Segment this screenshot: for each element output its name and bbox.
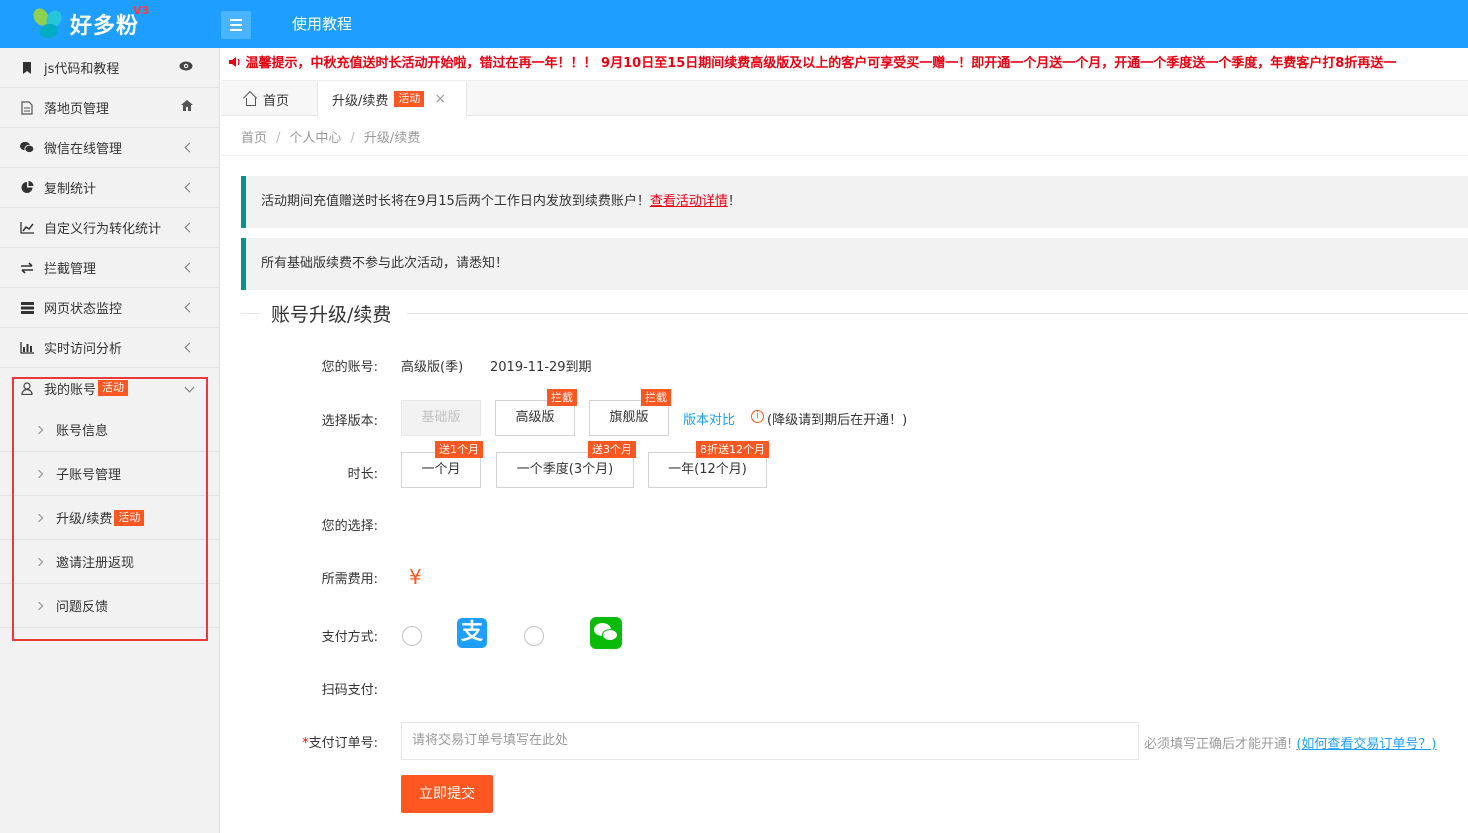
tip-text: 所有基础版续费不参与此次活动，请悉知！	[261, 256, 509, 271]
chevron-left-icon	[184, 220, 195, 234]
bar-chart-icon	[20, 341, 34, 355]
sidebar-item-page-monitor[interactable]: 网页状态监控	[0, 288, 219, 328]
account-label: 您的账号:	[321, 360, 378, 375]
breadcrumb-home[interactable]: 首页	[241, 131, 267, 146]
chevron-left-icon	[184, 140, 195, 154]
bookmark-icon	[20, 61, 34, 75]
qr-pay-label: 扫码支付:	[321, 683, 378, 698]
chevron-left-icon	[184, 340, 195, 354]
tab-label: 升级/续费	[332, 93, 389, 109]
version-label: 选择版本:	[321, 414, 378, 429]
breadcrumb-separator: /	[276, 131, 281, 146]
order-number-label-text: 支付订单号:	[308, 736, 378, 751]
logo-mark-icon	[30, 5, 66, 42]
tutorial-link[interactable]: 使用教程	[292, 0, 352, 48]
tab-upgrade-renew[interactable]: 升级/续费 活动 ×	[317, 81, 467, 117]
basic-version-tip: 所有基础版续费不参与此次活动，请悉知！	[241, 238, 1468, 290]
tip-text: 活动期间充值赠送时长将在9月15后两个工作日内发放到续费账户！	[261, 194, 650, 209]
highlight-box	[12, 377, 208, 641]
tip-suffix: ！	[727, 194, 741, 209]
activity-tip: 活动期间充值赠送时长将在9月15后两个工作日内发放到续费账户！查看活动详情！	[241, 176, 1468, 228]
chevron-left-icon	[184, 180, 195, 194]
wechat-icon	[20, 141, 34, 155]
file-icon	[20, 100, 34, 115]
tab-home[interactable]: 首页	[221, 81, 316, 117]
logo[interactable]: 好多粉 V3	[0, 0, 220, 48]
order-hint-text: 必须填写正确后才能开通!	[1144, 737, 1293, 752]
account-version: 高级版(季)	[401, 360, 464, 375]
speaker-icon	[229, 56, 246, 71]
sidebar-item-landing-page[interactable]: 落地页管理	[0, 88, 219, 128]
server-icon	[20, 301, 34, 315]
order-hint: 必须填写正确后才能开通! (如何查看交易订单号？)	[1144, 733, 1437, 752]
line-chart-icon	[20, 221, 34, 235]
sidebar-item-realtime[interactable]: 实时访问分析	[0, 328, 219, 368]
intercept-corner-badge: 拦截	[547, 389, 577, 406]
sidebar-item-wechat[interactable]: 微信在线管理	[0, 128, 219, 168]
eye-icon	[179, 60, 193, 74]
downgrade-note: (降级请到期后在开通！)	[767, 413, 908, 428]
divider	[221, 155, 1468, 156]
tab-bar: 首页 升级/续费 活动 ×	[221, 80, 1468, 117]
tab-label: 首页	[263, 93, 290, 109]
sidebar-item-js-code[interactable]: js代码和教程	[0, 48, 219, 88]
choice-label: 您的选择:	[321, 519, 378, 534]
submit-button[interactable]: 立即提交	[401, 775, 493, 813]
alipay-icon[interactable]: 支	[457, 618, 487, 648]
account-expiry: 2019-11-29到期	[490, 360, 592, 375]
sidebar-item-label: 自定义行为转化统计	[44, 222, 162, 237]
menu-toggle-button[interactable]	[221, 11, 251, 39]
how-to-find-order-link[interactable]: (如何查看交易订单号？)	[1296, 737, 1436, 752]
logo-version: V3	[133, 4, 150, 17]
sidebar-item-custom-conversion[interactable]: 自定义行为转化统计	[0, 208, 219, 248]
top-bar: 好多粉 V3 使用教程	[0, 0, 1468, 48]
exchange-icon	[20, 261, 34, 275]
breadcrumb-current: 升级/续费	[363, 131, 421, 146]
sidebar-item-label: 落地页管理	[44, 102, 110, 117]
intercept-corner-badge: 拦截	[641, 389, 671, 406]
sidebar-item-label: 微信在线管理	[44, 142, 123, 157]
form-title: 账号升级/续费	[271, 304, 392, 326]
info-icon: i	[751, 410, 764, 423]
notice-text: 温馨提示，中秋充值送时长活动开始啦，错过在再一年！！！ 9月10日至15日期间续…	[245, 56, 1397, 71]
duration-label: 时长:	[347, 467, 378, 482]
section-title: 账号升级/续费	[241, 300, 1468, 328]
gift-corner-badge: 送3个月	[588, 441, 636, 458]
gift-corner-badge: 送1个月	[435, 441, 483, 458]
activity-badge: 活动	[394, 91, 425, 107]
wechat-pay-icon[interactable]	[590, 617, 622, 649]
breadcrumb: 首页 / 个人中心 / 升级/续费	[241, 127, 420, 146]
sidebar-item-label: js代码和教程	[44, 62, 120, 77]
alipay-radio[interactable]	[402, 626, 422, 646]
gift-corner-badge: 8折送12个月	[696, 441, 769, 458]
close-icon[interactable]: ×	[434, 91, 446, 107]
notice-bar: 温馨提示，中秋充值送时长活动开始啦，错过在再一年！！！ 9月10日至15日期间续…	[221, 48, 1468, 80]
activity-details-link[interactable]: 查看活动详情	[650, 194, 728, 209]
breadcrumb-personal-center[interactable]: 个人中心	[289, 131, 341, 146]
fee-label: 所需费用:	[321, 572, 378, 587]
sidebar-item-label: 网页状态监控	[44, 302, 123, 317]
pie-chart-icon	[20, 181, 34, 195]
home-icon	[243, 92, 257, 106]
sidebar-item-intercept[interactable]: 拦截管理	[0, 248, 219, 288]
breadcrumb-separator: /	[350, 131, 355, 146]
chevron-left-icon	[184, 300, 195, 314]
version-compare-link[interactable]: 版本对比	[683, 409, 735, 428]
version-basic-option: 基础版	[401, 400, 481, 436]
wechat-pay-radio[interactable]	[524, 626, 544, 646]
logo-text: 好多粉	[70, 14, 140, 39]
sidebar-item-label: 复制统计	[44, 182, 97, 197]
sidebar-item-label: 实时访问分析	[44, 342, 123, 357]
sidebar-item-copy-stats[interactable]: 复制统计	[0, 168, 219, 208]
sidebar-item-label: 拦截管理	[44, 262, 97, 277]
order-number-input[interactable]: 请将交易订单号填写在此处	[401, 722, 1139, 760]
payment-label: 支付方式:	[321, 630, 378, 645]
chevron-left-icon	[184, 260, 195, 274]
home-icon	[181, 100, 193, 114]
order-number-label: *支付订单号:	[278, 732, 378, 751]
fee-value: ¥	[409, 565, 422, 589]
